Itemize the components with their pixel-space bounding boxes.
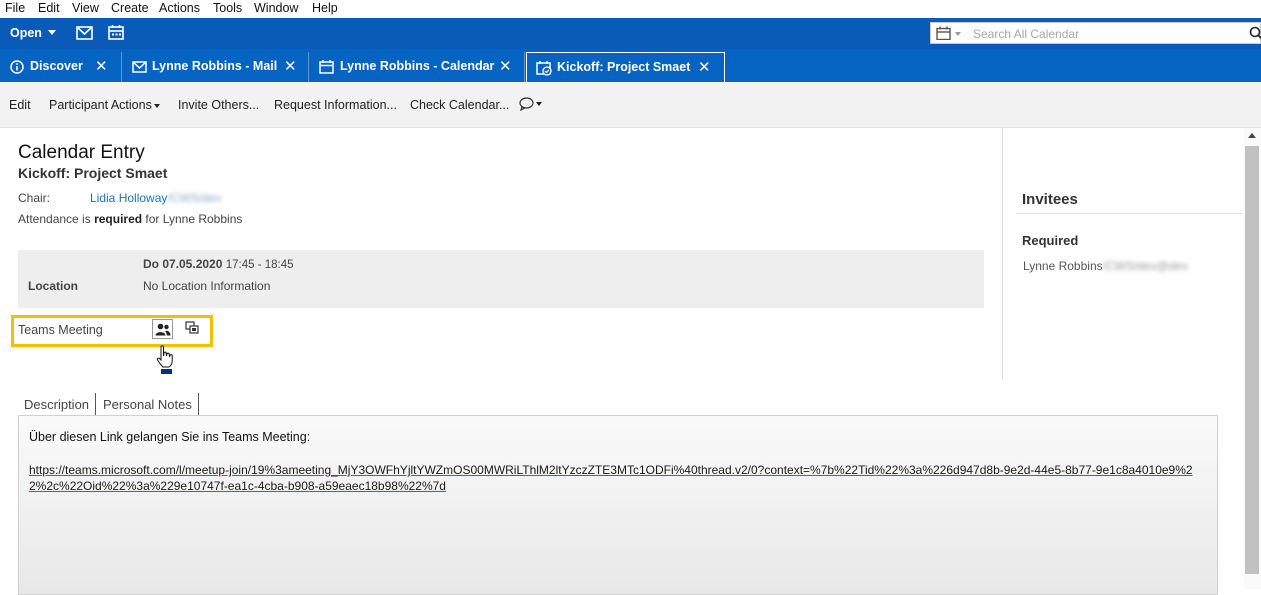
description-intro: Über diesen Link gelangen Sie ins Teams … [29, 430, 311, 444]
entry-subject: Kickoff: Project Smaet [18, 165, 168, 181]
tab-lynne-robbins-calendar[interactable]: Lynne Robbins - Calendar ✕ [309, 52, 525, 82]
tab-label: Discover [30, 59, 83, 73]
request-information-button[interactable]: Request Information... [274, 98, 397, 112]
close-icon[interactable]: ✕ [95, 57, 108, 75]
chair-domain: /CWS/dev [167, 191, 222, 205]
location-label: Location [28, 279, 78, 293]
menu-view[interactable]: View [72, 1, 99, 15]
menu-help[interactable]: Help [312, 1, 338, 15]
open-dropdown-icon[interactable] [48, 30, 56, 35]
chevron-down-icon [536, 101, 542, 106]
scrollbar-thumb[interactable] [1245, 146, 1259, 574]
menu-bar: File Edit View Create Actions Tools Wind… [0, 0, 1261, 18]
chevron-down-icon [153, 103, 160, 108]
tab-label: Personal Notes [103, 397, 192, 412]
check-calendar-button[interactable]: Check Calendar... [410, 98, 509, 112]
meeting-date: Do 07.05.2020 [143, 257, 223, 271]
search-scope-dropdown-icon[interactable] [955, 32, 961, 36]
menu-tools[interactable]: Tools [213, 1, 242, 15]
invitees-heading: Invitees [1022, 191, 1078, 208]
hand-cursor-icon [156, 345, 173, 374]
attendance-prefix: Attendance is [18, 212, 95, 226]
edit-button[interactable]: Edit [9, 98, 31, 112]
chat-button[interactable] [519, 96, 542, 111]
tab-label: Lynne Robbins - Calendar [340, 59, 495, 73]
people-icon [155, 323, 171, 336]
tab-label: Kickoff: Project Smaet [557, 60, 691, 74]
participant-actions-button[interactable]: Participant Actions [49, 98, 160, 112]
attendance-status: required [94, 212, 143, 226]
required-label: Required [1022, 233, 1079, 248]
menu-window[interactable]: Window [254, 1, 298, 15]
join-teams-meeting-button[interactable] [152, 319, 173, 339]
tab-personal-notes[interactable]: Personal Notes [97, 393, 199, 415]
participant-actions-label: Participant Actions [49, 98, 152, 112]
header-area: Open Search All Calendar Discover ✕ Lynn… [0, 18, 1261, 82]
attendance-note: Attendance is required for Lynne Robbins [18, 212, 242, 226]
tab-lynne-robbins-mail[interactable]: Lynne Robbins - Mail ✕ [122, 52, 309, 82]
mail-icon [132, 61, 147, 73]
action-toolbar: Edit Participant Actions Invite Others..… [0, 82, 1261, 128]
invite-others-button[interactable]: Invite Others... [178, 98, 259, 112]
calendar-icon [319, 60, 334, 74]
meeting-time: 17:45 - 18:45 [225, 259, 294, 271]
invitee-name: Lynne Robbins [1023, 259, 1103, 273]
meeting-date-time: Do 07.05.2020 17:45 - 18:45 [143, 257, 294, 271]
vertical-scrollbar[interactable] [1244, 128, 1261, 589]
calendar-icon[interactable] [108, 24, 124, 40]
search-input[interactable]: Search All Calendar [973, 27, 1079, 41]
close-icon[interactable]: ✕ [698, 58, 711, 76]
scroll-up-icon[interactable] [1248, 133, 1256, 138]
page-title: Calendar Entry [18, 142, 145, 163]
location-value: No Location Information [143, 279, 271, 293]
info-icon [10, 60, 24, 74]
chair-name: Lidia Holloway [90, 191, 168, 205]
teams-meeting-highlight: Teams Meeting [11, 315, 213, 347]
tab-discover[interactable]: Discover ✕ [0, 52, 122, 82]
menu-edit[interactable]: Edit [38, 1, 60, 15]
search-icon[interactable] [1249, 26, 1261, 40]
menu-file[interactable]: File [5, 1, 25, 15]
copy-icon[interactable] [185, 321, 199, 334]
tab-description[interactable]: Description [18, 393, 96, 415]
search-box[interactable]: Search All Calendar [930, 22, 1261, 44]
teams-meeting-label: Teams Meeting [18, 323, 103, 337]
top-bar: Open Search All Calendar [0, 18, 1261, 49]
chair-label: Chair: [18, 191, 51, 205]
attendance-suffix: for Lynne Robbins [142, 212, 243, 226]
tab-label: Description [24, 397, 90, 412]
calendar-check-icon [536, 61, 552, 76]
invitee-domain: /CWS/dev@dev [1102, 259, 1189, 273]
chair-link[interactable]: Lidia Holloway/CWS/dev [90, 191, 221, 205]
close-icon[interactable]: ✕ [284, 57, 297, 75]
description-panel[interactable]: Über diesen Link gelangen Sie ins Teams … [18, 415, 1218, 595]
invitees-divider [1016, 213, 1242, 214]
chat-bubble-icon [519, 97, 534, 111]
open-button[interactable]: Open [10, 26, 42, 40]
date-location-panel: Do 07.05.2020 17:45 - 18:45 Location No … [18, 250, 984, 308]
tab-kickoff-project-smaet[interactable]: Kickoff: Project Smaet ✕ [526, 52, 725, 82]
menu-create[interactable]: Create [111, 1, 149, 15]
tab-label: Lynne Robbins - Mail [152, 59, 278, 73]
pane-divider [1002, 128, 1003, 380]
menu-actions[interactable]: Actions [159, 1, 200, 15]
close-icon[interactable]: ✕ [499, 57, 512, 75]
invitee-item: Lynne Robbins/CWS/dev@dev [1023, 259, 1188, 273]
mail-icon[interactable] [76, 26, 93, 40]
calendar-icon [936, 26, 951, 40]
teams-meeting-link[interactable]: https://teams.microsoft.com/l/meetup-joi… [29, 462, 1194, 494]
